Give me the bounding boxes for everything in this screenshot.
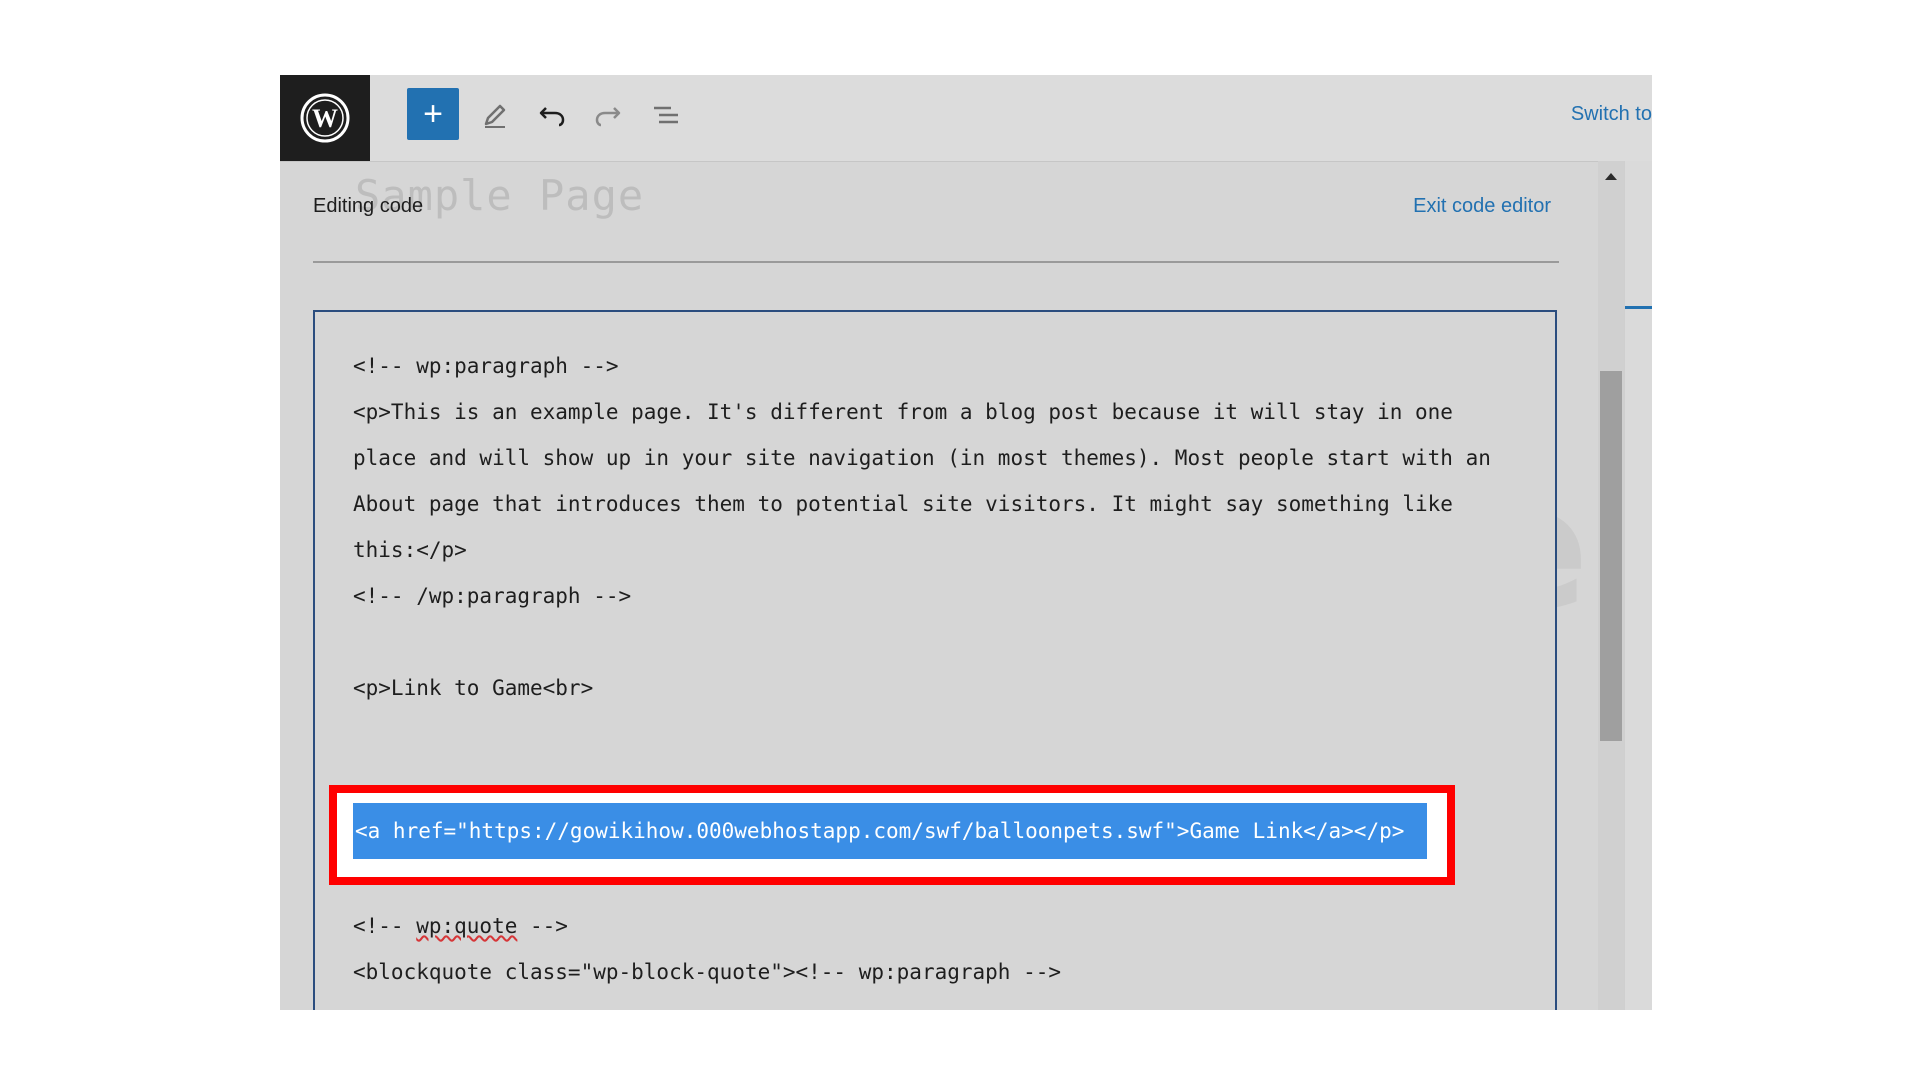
code-line: <!-- wp:paragraph --> — [353, 354, 619, 378]
add-block-button[interactable]: + — [407, 88, 459, 140]
sidebar-tab-indicator — [1625, 306, 1652, 309]
misspelled-token: wp:quote — [416, 914, 518, 938]
scrollbar[interactable] — [1598, 161, 1624, 1010]
code-token: <!-- — [353, 914, 417, 938]
undo-icon[interactable] — [532, 95, 572, 135]
code-line: place and will show up in your site navi… — [353, 446, 1491, 470]
exit-code-editor-button[interactable]: Exit code editor — [1413, 195, 1551, 218]
plus-icon: + — [423, 95, 443, 133]
switch-editor-link[interactable]: Switch to — [1571, 103, 1652, 126]
code-line: this:</p> — [353, 538, 467, 562]
highlight-box: <a href="https://gowikihow.000webhostapp… — [329, 785, 1455, 885]
settings-sidebar-edge — [1624, 161, 1652, 1010]
code-editor-textarea[interactable]: <!-- wp:paragraph --> <p>This is an exam… — [313, 310, 1557, 1010]
redo-icon[interactable] — [588, 95, 628, 135]
pencil-icon[interactable] — [475, 95, 515, 135]
selected-code-line[interactable]: <a href="https://gowikihow.000webhostapp… — [353, 803, 1427, 859]
scrollbar-thumb[interactable] — [1600, 371, 1622, 741]
top-toolbar: W + Switch to — [280, 75, 1652, 162]
code-token: --> — [517, 914, 568, 938]
code-line: <!-- wp:quote --> — [353, 914, 568, 938]
list-view-icon[interactable] — [646, 95, 686, 135]
code-line: About page that introduces them to poten… — [353, 492, 1453, 516]
code-line: <p>This is an example page. It's differe… — [353, 400, 1453, 424]
editing-code-label: Editing code — [313, 195, 424, 217]
screenshot-frame: W + Switch to Sample Page Editing code E… — [280, 75, 1652, 1010]
code-line: <p>Link to Game<br> — [353, 676, 594, 700]
scroll-up-icon[interactable] — [1598, 171, 1624, 187]
svg-text:W: W — [312, 104, 338, 133]
wordpress-logo-icon[interactable]: W — [280, 75, 370, 161]
code-line: <!-- /wp:paragraph --> — [353, 584, 632, 608]
title-panel: Sample Page Editing code Exit code edito… — [313, 161, 1559, 263]
code-line: <blockquote class="wp-block-quote"><!-- … — [353, 960, 1062, 984]
